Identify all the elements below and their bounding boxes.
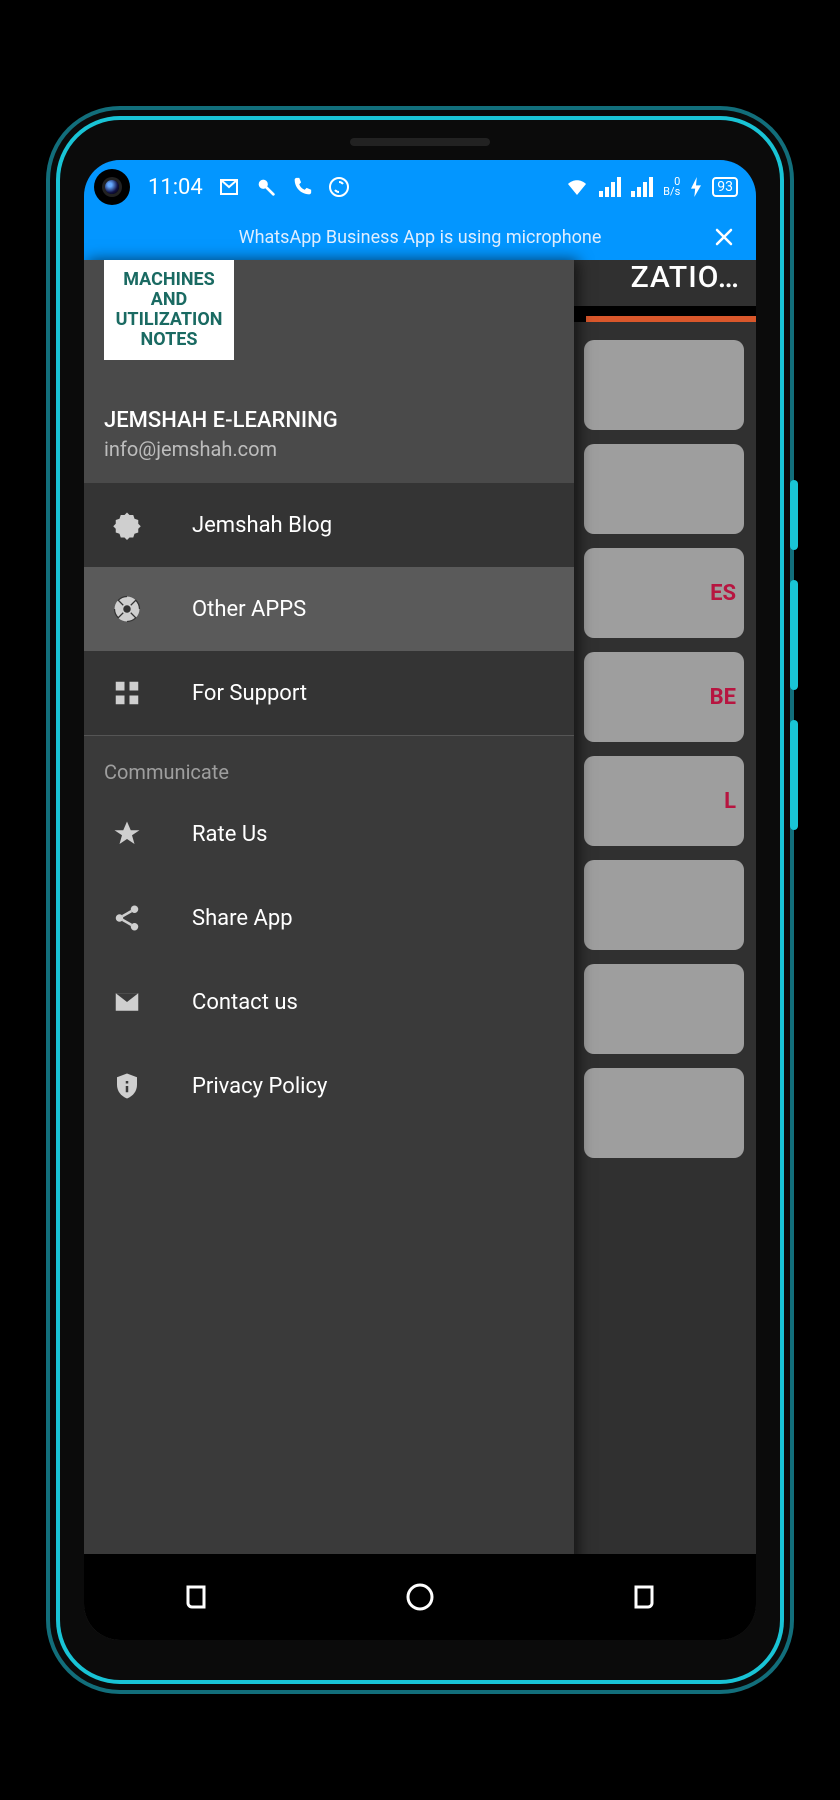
battery-indicator: 93 <box>712 177 738 197</box>
content-card[interactable]: L <box>584 756 744 846</box>
tab-indicator <box>586 316 756 322</box>
drawer-item-jemshah-blog[interactable]: Jemshah Blog <box>84 483 574 567</box>
status-bar: 11:04 0 B/s 93 <box>84 160 756 214</box>
content-card[interactable] <box>584 340 744 430</box>
phone-frame: 11:04 0 B/s 93 WhatsApp Business App is <box>60 120 780 1680</box>
drawer-item-label: Other APPS <box>192 597 306 622</box>
drawer-section-communicate: Rate Us Share App Contact us Privacy Policy <box>84 792 574 1128</box>
signal-2-icon <box>631 177 653 197</box>
content-card[interactable]: ES <box>584 548 744 638</box>
drawer-item-label: Jemshah Blog <box>192 513 332 538</box>
drawer-header: MACHINESANDUTILIZATIONNOTES JEMSHAH E-LE… <box>84 260 574 483</box>
drawer-item-other-apps[interactable]: Other APPS <box>84 567 574 651</box>
close-icon[interactable] <box>712 225 736 249</box>
content-card[interactable] <box>584 860 744 950</box>
side-button <box>790 580 798 690</box>
system-nav-bar <box>84 1554 756 1640</box>
org-email: info@jemshah.com <box>104 437 554 461</box>
org-name: JEMSHAH E-LEARNING <box>104 408 554 433</box>
card-list: ES BE L <box>584 340 744 1158</box>
drawer-item-icon <box>110 592 144 626</box>
drawer-item-share-app[interactable]: Share App <box>84 876 574 960</box>
phone-speaker <box>350 138 490 146</box>
screen: 11:04 0 B/s 93 WhatsApp Business App is <box>84 160 756 1640</box>
drawer-item-icon <box>110 1069 144 1103</box>
phone-icon <box>291 176 313 198</box>
drawer-item-privacy-policy[interactable]: Privacy Policy <box>84 1044 574 1128</box>
drawer-item-contact-us[interactable]: Contact us <box>84 960 574 1044</box>
content-card[interactable] <box>584 964 744 1054</box>
data-rate: 0 B/s <box>663 177 680 197</box>
drawer-item-label: Contact us <box>192 990 298 1015</box>
status-time: 11:04 <box>148 175 203 200</box>
side-button <box>790 480 798 550</box>
drawer-item-rate-us[interactable]: Rate Us <box>84 792 574 876</box>
drawer-item-label: Rate Us <box>192 822 267 847</box>
content-card[interactable]: BE <box>584 652 744 742</box>
side-button <box>790 720 798 830</box>
drawer-item-icon <box>110 508 144 542</box>
notification-text: WhatsApp Business App is using microphon… <box>239 227 602 248</box>
back-button[interactable] <box>627 1580 661 1614</box>
mic-notification[interactable]: WhatsApp Business App is using microphon… <box>84 214 756 260</box>
drawer-item-icon <box>110 817 144 851</box>
signal-1-icon <box>599 177 621 197</box>
wifi-icon <box>565 175 589 199</box>
home-button[interactable] <box>403 1580 437 1614</box>
front-camera <box>94 169 130 205</box>
drawer-item-label: For Support <box>192 681 307 706</box>
content-card[interactable] <box>584 444 744 534</box>
gmail-icon <box>217 175 241 199</box>
app-logo: MACHINESANDUTILIZATIONNOTES <box>104 260 234 360</box>
pin-icon <box>255 176 277 198</box>
recent-apps-button[interactable] <box>179 1580 213 1614</box>
sync-icon <box>327 175 351 199</box>
page-title: ZATIO… <box>631 260 740 295</box>
nav-drawer: MACHINESANDUTILIZATIONNOTES JEMSHAH E-LE… <box>84 260 574 1640</box>
charging-icon <box>690 177 702 197</box>
drawer-item-label: Privacy Policy <box>192 1074 327 1099</box>
content-card[interactable] <box>584 1068 744 1158</box>
drawer-section-main: Jemshah Blog Other APPS For Support <box>84 483 574 735</box>
drawer-item-label: Share App <box>192 906 293 931</box>
drawer-item-icon <box>110 676 144 710</box>
drawer-item-icon <box>110 901 144 935</box>
section-label-communicate: Communicate <box>84 736 574 792</box>
drawer-item-for-support[interactable]: For Support <box>84 651 574 735</box>
drawer-item-icon <box>110 985 144 1019</box>
